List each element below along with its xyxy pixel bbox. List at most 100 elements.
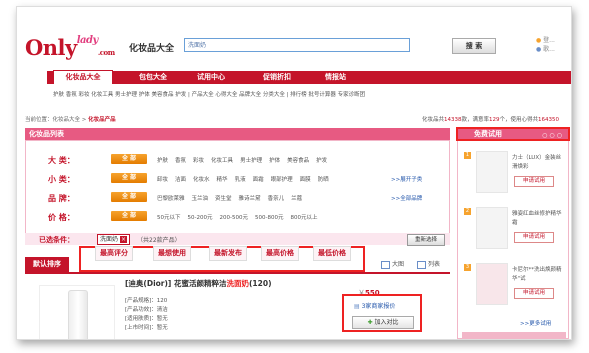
filter-all-brand-button[interactable]: 全 部 <box>111 192 147 202</box>
filter-option[interactable]: 200-500元 <box>219 215 247 221</box>
selected-label: 已选条件： <box>39 236 74 244</box>
trial-item[interactable]: 2 雅姿红血丝修护精华霜 申请试用 <box>458 205 568 265</box>
filter-option[interactable]: 玉兰油 <box>192 196 209 202</box>
filter-all-category-button[interactable]: 全 部 <box>111 154 147 164</box>
search-input[interactable]: 洗面奶 <box>184 38 410 52</box>
filter-option[interactable]: 护体 <box>269 158 280 164</box>
filter-option[interactable]: 化妆水 <box>193 177 210 183</box>
search-button[interactable]: 搜 索 <box>452 38 496 54</box>
breadcrumb-prefix: 当前位置： <box>25 117 53 123</box>
filter-option[interactable]: 面霜 <box>253 177 264 183</box>
sort-default-tab[interactable]: 默认排序 <box>25 257 69 272</box>
spec-line: [上市时间]：暂无 <box>125 325 168 331</box>
sort-newest[interactable]: 最新发布 <box>209 246 247 261</box>
sort-price-high[interactable]: 最高价格 <box>261 246 299 261</box>
trial-thumbnail[interactable] <box>476 263 508 305</box>
filter-option[interactable]: 香氛 <box>175 158 186 164</box>
more-trials-link[interactable]: >>更多试用 <box>520 319 551 327</box>
filter-option[interactable]: 500-800元 <box>255 215 283 221</box>
site-stats: 化妆品共14338款，满意率129个，使用心得共164350 <box>422 115 559 123</box>
main-nav: 化妆品大全 包包大全 试用中心 促销折扣 情报站 <box>47 70 571 84</box>
filter-option[interactable]: 50元以下 <box>157 215 181 221</box>
filter-option[interactable]: 50-200元 <box>188 215 213 221</box>
annotation-highlight-actions: ▤ 3家商家报价 ✚ 加入对比 <box>342 294 422 332</box>
filter-option[interactable]: 800元以上 <box>290 215 317 221</box>
chip-label: 洗面奶 <box>100 236 119 243</box>
filter-all-price-button[interactable]: 全 部 <box>111 211 147 221</box>
filter-option[interactable]: 化妆工具 <box>211 158 233 164</box>
nav-tab-bags[interactable]: 包包大全 <box>139 71 167 84</box>
stats-count: 14338 <box>444 117 462 123</box>
filter-option[interactable]: 精华 <box>217 177 228 183</box>
nav-tab-trial[interactable]: 试用中心 <box>197 71 225 84</box>
apply-trial-button[interactable]: 申请试用 <box>514 288 554 299</box>
filter-options-category: 护肤 香氛 彩妆 化妆工具 男士护理 护体 美容食品 护发 <box>157 156 334 164</box>
filter-option[interactable]: 护肤 <box>157 158 168 164</box>
filter-option[interactable]: 乳液 <box>235 177 246 183</box>
filter-label-category: 大 类： <box>48 156 75 165</box>
carousel-dots[interactable]: ○ ○ ○ <box>542 131 562 141</box>
filter-option[interactable]: 雅诗兰黛 <box>239 196 261 202</box>
filter-options-subcategory: 卸妆 洁面 化妆水 精华 乳液 面霜 眼部护理 面膜 防晒 <box>157 175 336 183</box>
view-large-option[interactable]: 大图 <box>381 259 404 269</box>
filter-label-subcategory: 小 类： <box>48 175 75 184</box>
add-compare-button[interactable]: ✚ 加入对比 <box>352 316 414 329</box>
trial-item[interactable]: 1 力士（LUX）金装丝滑焕彩 申请试用 <box>458 149 568 209</box>
filter-option[interactable]: 洁面 <box>175 177 186 183</box>
expand-subcategory-link[interactable]: >>展开子类 <box>391 175 422 183</box>
product-title[interactable]: [迪奥(Dior)] 花蜜活颜精粹洁洗面奶(120) <box>125 278 272 289</box>
filter-option[interactable]: 眼部护理 <box>271 177 293 183</box>
stats-text: 款，满意率 <box>461 117 490 123</box>
apply-trial-button[interactable]: 申请试用 <box>514 176 554 187</box>
merchant-quotes-label: 3家商家报价 <box>361 303 396 310</box>
trial-item[interactable]: 3 卡尼尔**洗出焕颜精华"试 申请试用 <box>458 261 568 321</box>
trial-name[interactable]: 卡尼尔**洗出焕颜精华"试 <box>512 266 564 284</box>
sidebar-footer-bar <box>462 332 566 338</box>
user-links[interactable]: ● 登... ● 歌... <box>536 36 555 54</box>
breadcrumb-current: 化妆品产品 <box>88 117 116 123</box>
filter-option[interactable]: 兰蔻 <box>291 196 302 202</box>
trial-name[interactable]: 力士（LUX）金装丝滑焕彩 <box>512 154 564 172</box>
trial-thumbnail[interactable] <box>476 151 508 193</box>
apply-trial-button[interactable]: 申请试用 <box>514 232 554 243</box>
product-tube-graphic <box>68 290 88 339</box>
nav-tab-news[interactable]: 情报站 <box>325 71 346 84</box>
all-brands-link[interactable]: >>全部品牌 <box>391 194 422 202</box>
view-list-option[interactable]: 列表 <box>417 259 440 269</box>
filter-all-subcategory-button[interactable]: 全 部 <box>111 173 147 183</box>
sort-price-low[interactable]: 最低价格 <box>313 246 351 261</box>
filter-option[interactable]: 卸妆 <box>157 177 168 183</box>
selected-chip[interactable]: 洗面奶 × <box>97 234 131 245</box>
logo-script: lady <box>76 35 99 46</box>
sub-nav[interactable]: 护肤 香氛 彩妆 化妆工具 男士护理 护体 美容食品 护发 | 产品大全 心得大… <box>53 90 569 101</box>
filter-panel-title: 化妆品列表 <box>25 128 450 140</box>
reselect-button[interactable]: 重新选择 <box>407 234 445 246</box>
filter-option[interactable]: 防晒 <box>318 177 329 183</box>
result-count: （共22款产品） <box>137 237 181 244</box>
sidebar-title: 免费试用 ○ ○ ○ <box>456 127 570 141</box>
register-link: 歌... <box>543 46 555 53</box>
trial-thumbnail[interactable] <box>476 207 508 249</box>
filter-option[interactable]: 资生堂 <box>215 196 232 202</box>
document-icon: ▤ <box>354 303 360 310</box>
filter-option[interactable]: 美容食品 <box>287 158 309 164</box>
site-logo[interactable]: Onlylady .com <box>25 35 115 60</box>
remove-chip-icon[interactable]: × <box>120 236 128 243</box>
filter-option[interactable]: 男士护理 <box>240 158 262 164</box>
user-icon: ● <box>536 37 542 44</box>
filter-option[interactable]: 彩妆 <box>193 158 204 164</box>
sort-top-rated[interactable]: 最高评分 <box>95 246 133 261</box>
sort-most-wanted[interactable]: 最想使用 <box>153 246 191 261</box>
filter-option[interactable]: 香奈儿 <box>268 196 285 202</box>
nav-tab-promotions[interactable]: 促销折扣 <box>263 71 291 84</box>
breadcrumb-link[interactable]: 化妆品大全 > <box>53 117 89 123</box>
filter-option[interactable]: 巴黎欧莱雅 <box>157 196 185 202</box>
trial-name[interactable]: 雅姿红血丝修护精华霜 <box>512 210 564 228</box>
filter-option[interactable]: 护发 <box>316 158 327 164</box>
free-trial-sidebar: 免费试用 ○ ○ ○ 1 力士（LUX）金装丝滑焕彩 申请试用 2 雅姿红血丝修… <box>456 127 570 339</box>
nav-tab-cosmetics[interactable]: 化妆品大全 <box>53 70 113 84</box>
product-image[interactable] <box>39 285 115 339</box>
filter-option[interactable]: 面膜 <box>300 177 311 183</box>
merchant-quotes-link[interactable]: ▤ 3家商家报价 <box>354 301 395 310</box>
site-section-title: 化妆品大全 <box>129 44 175 54</box>
